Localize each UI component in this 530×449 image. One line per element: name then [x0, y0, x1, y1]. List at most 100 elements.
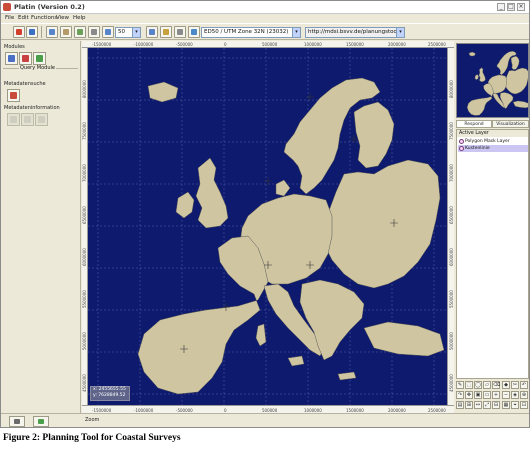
- layer-name: Kustenlinie: [465, 146, 490, 151]
- print-button[interactable]: [174, 26, 186, 38]
- tool-polygon-icon[interactable]: ▱: [483, 381, 491, 389]
- ruler-tick: 2500000: [428, 42, 446, 47]
- server-url-select[interactable]: http://mdsi.bsvv.de/planungstool ▾: [305, 27, 405, 38]
- toolbar: 50 ▾ ED50 / UTM Zone 32N (23032) ▾ http://…: [1, 23, 529, 40]
- tab-visualization[interactable]: Visualization: [492, 120, 529, 128]
- tab-respond[interactable]: Respond: [456, 120, 492, 128]
- tool-grid-icon[interactable]: ⊞: [465, 401, 473, 409]
- tool-hatch-icon[interactable]: ▦: [502, 401, 510, 409]
- route-icon: [36, 55, 43, 62]
- visibility-icon[interactable]: [459, 146, 464, 151]
- route-module-button[interactable]: [33, 52, 46, 65]
- data-button[interactable]: [26, 26, 38, 38]
- ruler-tick: 1500000: [346, 42, 364, 47]
- zoom-label: Zoom: [85, 417, 100, 423]
- tool-rect-icon[interactable]: ▭: [483, 391, 491, 399]
- document-icon: [38, 116, 45, 123]
- layer-item[interactable]: Polygon Mask Layer: [458, 138, 528, 145]
- tool-add-icon[interactable]: +: [492, 391, 500, 399]
- metadata-search-button[interactable]: [7, 89, 20, 102]
- ruler-right: 8000000 7500000 7000000 6500000 6000000 …: [447, 48, 454, 405]
- tool-remove-icon[interactable]: −: [502, 391, 510, 399]
- target-icon: [22, 55, 29, 62]
- map-canvas[interactable]: [88, 48, 447, 405]
- document-icon: [24, 116, 31, 123]
- tool-undo-icon[interactable]: ↶: [520, 381, 528, 389]
- hand-icon: [63, 29, 69, 35]
- overview-map[interactable]: [456, 43, 529, 118]
- printer-icon: [14, 419, 20, 424]
- refresh-button[interactable]: [74, 26, 86, 38]
- query-icon: [8, 55, 15, 62]
- tool-frame-icon[interactable]: ⊡: [520, 401, 528, 409]
- zoom-out-button[interactable]: [102, 26, 114, 38]
- tool-resize-icon[interactable]: ⤢: [483, 401, 491, 409]
- tool-split-icon[interactable]: ⊟: [492, 401, 500, 409]
- close-button[interactable]: ×: [517, 3, 525, 11]
- tool-box-icon[interactable]: ▣: [474, 391, 482, 399]
- info-icon: [163, 29, 169, 35]
- tool-circle-icon[interactable]: ◯: [474, 381, 482, 389]
- magnifier-minus-icon: [105, 29, 111, 35]
- zoom-extent-button[interactable]: [88, 26, 100, 38]
- menu-help[interactable]: Help: [73, 15, 86, 21]
- tool-fill-icon[interactable]: ◆: [502, 381, 510, 389]
- ruler-tick: 6000000: [82, 248, 87, 266]
- layer-item-selected[interactable]: Kustenlinie: [458, 145, 528, 152]
- tool-pen-icon[interactable]: ✎: [456, 381, 464, 389]
- coord-y: y: 7628849.52: [93, 393, 126, 398]
- magnifier-icon: [149, 29, 155, 35]
- ruler-top: -1500000 -1000000 -500000 0 500000 10000…: [82, 41, 454, 48]
- layers-button[interactable]: [13, 26, 25, 38]
- crs-select[interactable]: ED50 / UTM Zone 32N (23032) ▾: [201, 27, 301, 38]
- database-icon: [29, 29, 35, 35]
- right-tabs: Respond Visualization: [456, 120, 529, 128]
- ruler-tick: 8000000: [82, 80, 87, 98]
- menu-bar: File Edit Functions View Help: [1, 14, 529, 23]
- maximize-button[interactable]: □: [507, 3, 515, 11]
- tool-cut-icon[interactable]: ✂: [511, 381, 519, 389]
- scale-select[interactable]: 50 ▾: [115, 27, 141, 38]
- tool-select-icon[interactable]: ⬚: [465, 381, 473, 389]
- map-view[interactable]: -1500000 -1000000 -500000 0 500000 10000…: [82, 41, 454, 413]
- ruler-tick: 4500000: [449, 374, 454, 392]
- identify-button[interactable]: [160, 26, 172, 38]
- export-button[interactable]: [188, 26, 200, 38]
- layer-name: Polygon Mask Layer: [465, 139, 510, 144]
- minimize-button[interactable]: _: [497, 3, 505, 11]
- next-status-button[interactable]: [33, 416, 49, 427]
- tool-measure-icon[interactable]: ↔: [474, 401, 482, 409]
- pan-button[interactable]: [60, 26, 72, 38]
- tool-redo-icon[interactable]: ↷: [456, 391, 464, 399]
- scale-value: 50: [118, 29, 125, 35]
- tool-erase-icon[interactable]: ⌫: [492, 381, 500, 389]
- overview-map-canvas: [466, 51, 528, 116]
- zoom-window-button[interactable]: [146, 26, 158, 38]
- visibility-icon[interactable]: [459, 139, 464, 144]
- menu-file[interactable]: File: [5, 15, 14, 21]
- zoom-extent-icon: [91, 29, 97, 35]
- print-status-button[interactable]: [9, 416, 25, 427]
- query-module-button[interactable]: [5, 52, 18, 65]
- metadata-info-button-3[interactable]: [35, 113, 48, 126]
- title-bar: Platin (Version 0.2) _ □ ×: [1, 1, 529, 14]
- layer-list: Active Layer Polygon Mask Layer Kustenli…: [456, 129, 529, 379]
- tool-crosshair-icon[interactable]: ⌖: [511, 401, 519, 409]
- ruler-tick: -1500000: [92, 42, 112, 47]
- metadata-info-button-1[interactable]: [7, 113, 20, 126]
- metadata-info-button-2[interactable]: [21, 113, 34, 126]
- ruler-tick: 5000000: [82, 332, 87, 350]
- tool-point-icon[interactable]: ⊕: [520, 391, 528, 399]
- zoom-in-button[interactable]: [46, 26, 58, 38]
- menu-edit[interactable]: Edit: [18, 15, 29, 21]
- menu-view[interactable]: View: [56, 15, 69, 21]
- tool-table-icon[interactable]: ▤: [456, 401, 464, 409]
- tool-vertex-icon[interactable]: ◈: [511, 391, 519, 399]
- tool-move-icon[interactable]: ✥: [465, 391, 473, 399]
- active-layer-title: Active Layer: [457, 130, 528, 137]
- menu-functions[interactable]: Functions: [31, 15, 57, 21]
- status-bar: Zoom: [1, 413, 529, 427]
- export-icon: [191, 29, 197, 35]
- planning-module-button[interactable]: [19, 52, 32, 65]
- document-search-icon: [10, 92, 17, 99]
